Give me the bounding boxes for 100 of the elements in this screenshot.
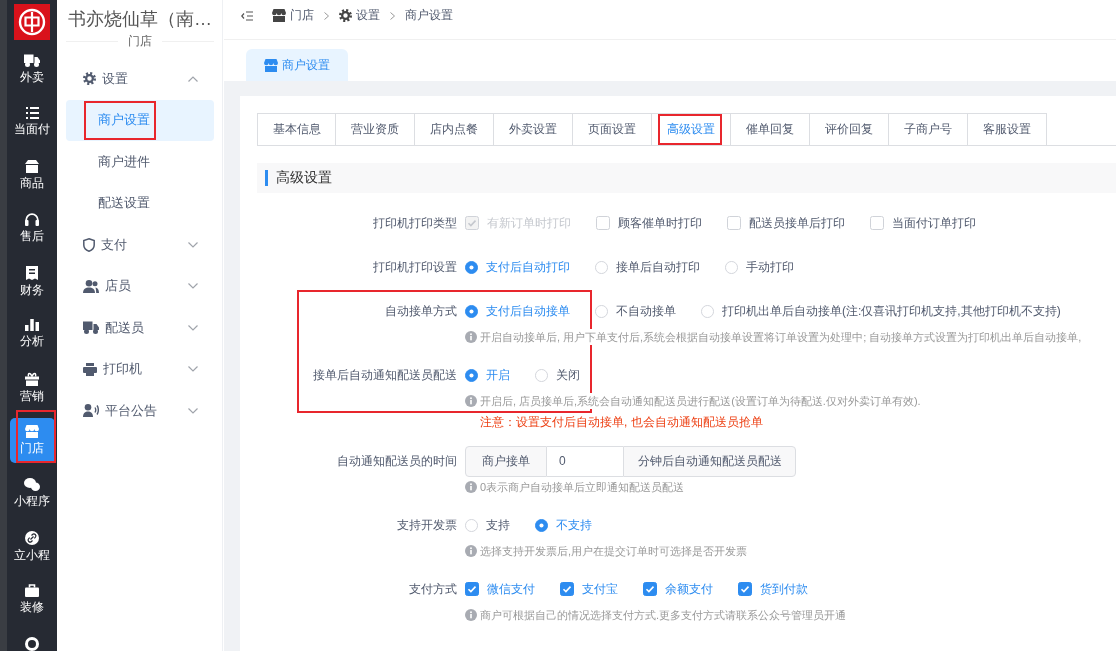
field-label: 自动通知配送员的时间 [336,452,458,470]
settings-tab[interactable]: 页面设置 [573,113,652,145]
settings-tab[interactable]: 子商户号 [889,113,968,145]
field-label: 支付方式 [408,580,458,598]
person-speaking-icon [83,404,99,418]
link-icon [25,531,39,545]
lifebuoy-icon [25,637,39,651]
nav-item[interactable]: 财务 [9,259,55,304]
option-label[interactable]: 微信支付 [487,580,535,598]
logo-icon [14,4,50,40]
option-label[interactable]: 支持 [486,516,510,534]
chevron-right-icon [324,11,329,20]
store-icon [272,9,286,22]
menu-group[interactable]: 打印机 [66,348,214,390]
menu-item[interactable]: 配送设置 [66,182,214,224]
nav-item[interactable]: 售后 [9,206,55,251]
menu-icon[interactable] [241,10,253,21]
field-label: 接单后自动通知配送员配送 [312,366,458,384]
checkbox[interactable] [738,582,752,596]
nav-item[interactable]: 当面付 [9,100,55,145]
radio-button[interactable] [535,518,548,532]
option-label[interactable]: 配送员接单后打印 [749,214,845,232]
nav-item[interactable]: 商品 [9,153,55,198]
checkbox[interactable] [560,582,574,596]
option-label[interactable]: 支付宝 [582,580,618,598]
nav-item[interactable]: 小程序 [9,471,55,516]
nav-item[interactable]: 立小程 [9,524,55,569]
info-icon [465,545,477,557]
option-label[interactable]: 接单后自动打印 [616,258,700,276]
chat-bubbles-icon [24,478,40,491]
option-label[interactable]: 不支持 [556,516,592,534]
headphones-icon [25,213,39,226]
option-label[interactable]: 打印机出单后自动接单(注:仅喜讯打印机支持,其他打印机不支持) [722,302,1061,320]
option-label[interactable]: 货到付款 [760,580,808,598]
option-label[interactable]: 支付后自动打印 [486,258,570,276]
input-prefix: 商户接单 [465,445,547,477]
radio-button[interactable] [465,304,478,318]
settings-tab[interactable]: 评价回复 [810,113,889,145]
menu-item[interactable]: 商户进件 [66,141,214,183]
hint-text: 商户可根据自己的情况选择支付方式.更多支付方式请联系公众号管理员开通 [480,607,847,623]
option-label[interactable]: 当面付订单打印 [892,214,976,232]
input-suffix: 分钟后自动通知配送员配送 [623,445,796,477]
option-label[interactable]: 开启 [486,366,510,384]
box-icon [25,160,39,173]
store-icon [264,58,278,72]
bar-chart-icon [25,319,39,331]
info-icon [465,395,477,407]
nav-item[interactable]: 外卖 [9,47,55,92]
settings-tab[interactable]: 营业资质 [336,113,415,145]
hint-text: 选择支持开发票后,用户在提交订单时可选择是否开发票 [480,543,748,559]
printer-icon [83,362,97,376]
gear-icon [83,72,96,86]
gear-icon [339,9,352,22]
settings-tab[interactable]: 基本信息 [257,113,336,145]
settings-tab[interactable]: 客服设置 [968,113,1047,145]
shield-icon [83,237,95,252]
settings-tab[interactable]: 高级设置 [652,113,731,145]
menu-group[interactable]: 店员 [66,265,214,307]
field-label: 打印机打印设置 [372,258,458,276]
menu-group[interactable]: 支付 [66,224,214,266]
nav-item[interactable]: 分析 [9,312,55,357]
warning-text: 注意：设置支付后自动接单, 也会自动通知配送员抢单 [480,414,764,431]
option-label[interactable]: 手动打印 [746,258,794,276]
checkbox[interactable] [465,582,479,596]
radio-button[interactable] [465,260,478,274]
option-label[interactable]: 支付后自动接单 [486,302,570,320]
menu-group[interactable]: 配送员 [66,307,214,349]
number-field[interactable]: 0 [547,445,623,477]
option-label[interactable]: 不自动接单 [616,302,676,320]
truck-icon [24,54,40,67]
hint-text: 0表示商户自动接单后立即通知配送员配送 [480,479,685,495]
section-header: 高级设置 [257,163,1116,193]
settings-tab[interactable]: 外卖设置 [494,113,573,145]
settings-tab[interactable]: 催单回复 [731,113,810,145]
nav-item[interactable]: 装修 [9,577,55,622]
store-subtitle: 门店 [128,32,152,50]
field-label: 支持开发票 [396,516,458,534]
field-label: 打印机打印类型 [372,214,458,232]
menu-group[interactable]: 平台公告 [66,390,214,432]
breadcrumb-link[interactable]: 设置 [339,7,380,24]
radio-button[interactable] [465,368,478,382]
option-label[interactable]: 顾客催单时打印 [618,214,702,232]
truck-icon [83,321,99,335]
menu-group[interactable]: 设置 [66,58,214,100]
checkbox[interactable] [643,582,657,596]
chevron-right-icon [390,11,395,20]
settings-tab[interactable]: 店内点餐 [415,113,494,145]
receipt-icon [26,266,38,280]
gift-icon [25,372,39,386]
store-icon [25,425,39,438]
info-icon [465,609,477,621]
breadcrumb-link[interactable]: 门店 [272,7,314,24]
list-icon [25,107,39,119]
option-label[interactable]: 关闭 [556,366,580,384]
briefcase-icon [25,584,39,597]
option-label[interactable]: 余额支付 [665,580,713,598]
nav-item[interactable]: 营销 [9,365,55,410]
field-label: 自动接单方式 [384,302,458,320]
breadcrumb-current: 商户设置 [405,7,453,24]
users-icon [83,279,99,293]
